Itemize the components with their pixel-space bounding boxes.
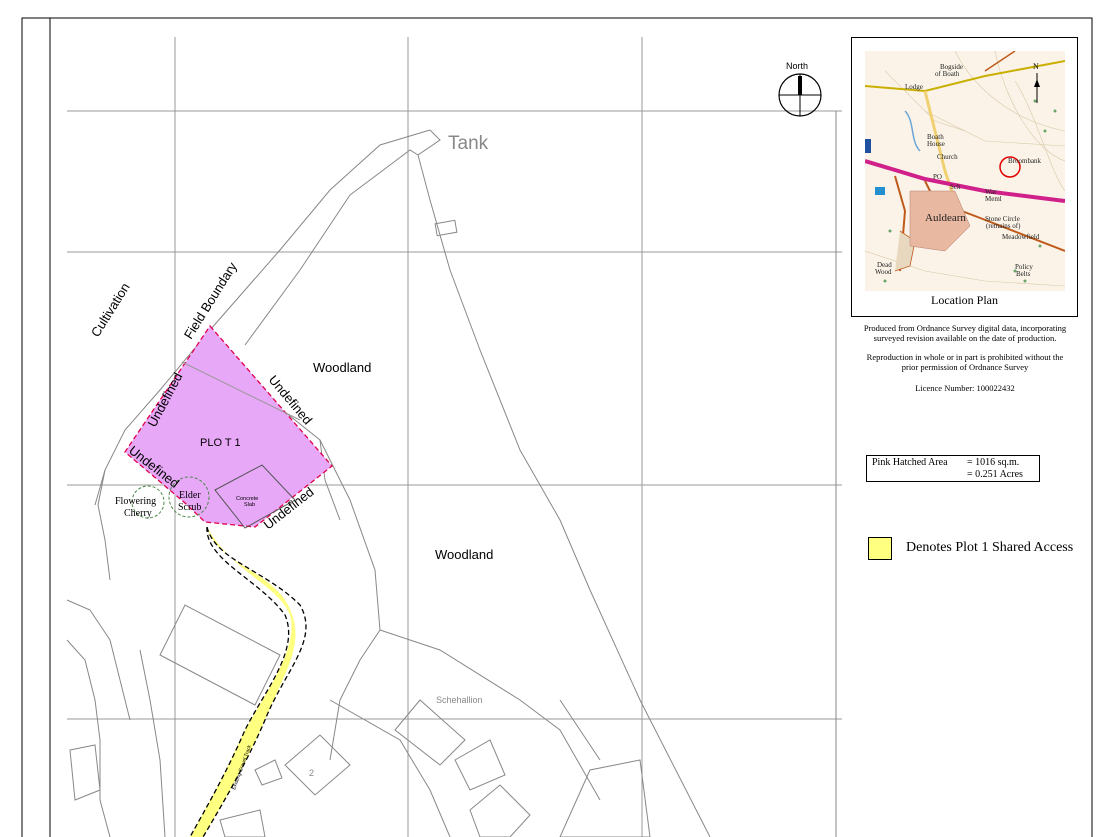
- os-note-line1: Produced from Ordnance Survey digital da…: [863, 323, 1067, 333]
- inset-label-house: House: [927, 140, 945, 148]
- woodland-label-south: Woodland: [435, 547, 493, 562]
- elder-label: Elder: [179, 490, 201, 501]
- schehallion-label: Schehallion: [436, 695, 483, 705]
- plot-label: PLO T 1: [200, 437, 241, 449]
- inset-label-wood: Wood: [875, 268, 892, 276]
- licence-number: Licence Number: 100022432: [915, 383, 1015, 393]
- area-summary-box: Pink Hatched Area = 1016 sq.m. = 0.251 A…: [866, 455, 1040, 482]
- inset-label-po: PO: [933, 173, 942, 181]
- area-sqm-value: = 1016 sq.m.: [967, 457, 1020, 468]
- inset-label-auldearn: Auldearn: [925, 212, 966, 224]
- shared-access-legend-label: Denotes Plot 1 Shared Access: [906, 540, 1074, 555]
- inset-label-of-boath: of Boath: [935, 70, 960, 78]
- location-plan-map: N Bogside of Boath Lodge Boath House Chu…: [865, 51, 1065, 291]
- inset-label-meadowfield: Meadowfield: [1002, 233, 1040, 241]
- tank-label: Tank: [448, 133, 489, 154]
- woodland-label-north: Woodland: [313, 360, 371, 375]
- inset-label-belts: Belts: [1016, 270, 1031, 278]
- north-arrow: North: [778, 61, 822, 117]
- north-label: North: [786, 61, 808, 71]
- inset-label-lodge: Lodge: [905, 83, 923, 91]
- flowering-label: Flowering: [115, 496, 156, 507]
- inset-label-broombank: Broombank: [1008, 157, 1042, 165]
- slab-label: Slab: [244, 502, 255, 508]
- inset-label-sch: Sch: [950, 183, 961, 191]
- location-plan-caption: Location Plan: [931, 293, 998, 307]
- inset-label-remains: (remains of): [986, 222, 1021, 230]
- location-plan-frame: N Bogside of Boath Lodge Boath House Chu…: [851, 37, 1078, 317]
- inset-label-meml: Meml: [985, 195, 1002, 203]
- os-note-line2: surveyed revision available on the date …: [873, 333, 1057, 343]
- area-label: Pink Hatched Area: [872, 457, 948, 468]
- compass-north-needle: [798, 76, 802, 95]
- repro-note-line2: prior permission of Ordnance Survey: [901, 362, 1029, 372]
- shared-access-area: [190, 527, 296, 837]
- house-number-label: 2: [309, 768, 314, 778]
- repro-note-line1: Reproduction in whole or in part is proh…: [866, 352, 1064, 362]
- cherry-label: Cherry: [124, 508, 152, 519]
- inset-label-church: Church: [937, 153, 958, 161]
- cultivation-label: Cultivation: [88, 280, 133, 339]
- shared-access-legend-swatch: [868, 537, 892, 560]
- area-acres-value: = 0.251 Acres: [967, 469, 1023, 480]
- inset-north-label: N: [1033, 62, 1039, 71]
- scrub-label: Scrub: [178, 502, 201, 513]
